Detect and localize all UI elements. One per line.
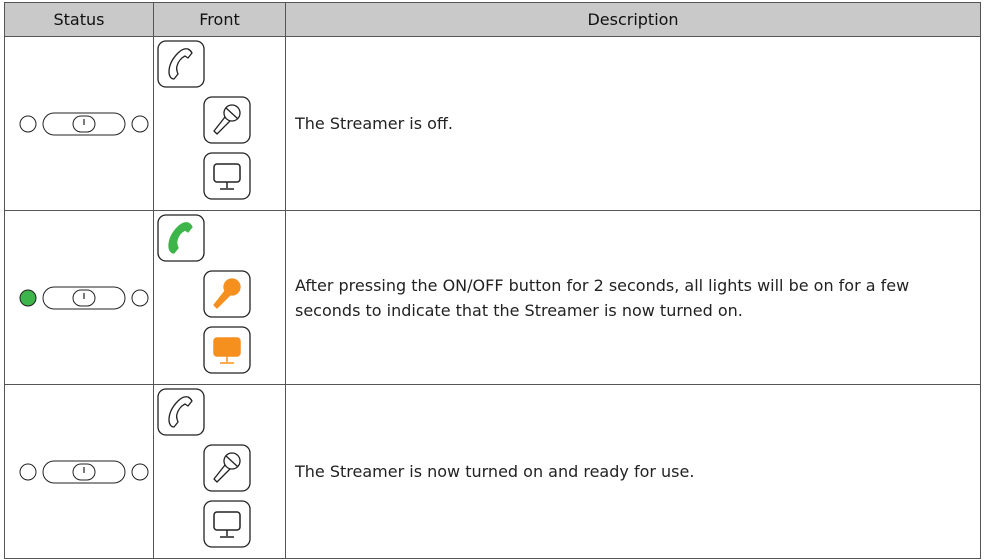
phone-icon bbox=[157, 40, 205, 88]
description-cell: The Streamer is now turned on and ready … bbox=[285, 384, 981, 559]
table-row: After pressing the ON/OFF button for 2 s… bbox=[4, 210, 981, 385]
monitor-icon bbox=[203, 152, 251, 200]
front-cell bbox=[153, 36, 286, 211]
table-row: The Streamer is off. bbox=[4, 36, 981, 211]
phone-icon bbox=[157, 388, 205, 436]
phone-icon bbox=[157, 214, 205, 262]
right-led-icon bbox=[131, 289, 149, 306]
header-description: Description bbox=[285, 2, 981, 37]
status-indicator bbox=[19, 460, 149, 483]
right-led-icon bbox=[131, 115, 149, 132]
monitor-icon bbox=[203, 500, 251, 548]
right-led-icon bbox=[131, 463, 149, 480]
led-status-table: Status Front Description The Streamer is… bbox=[4, 2, 981, 559]
front-cell bbox=[153, 384, 286, 559]
status-cell bbox=[4, 210, 154, 385]
front-cell bbox=[153, 210, 286, 385]
power-button-icon bbox=[42, 286, 126, 309]
monitor-icon bbox=[203, 326, 251, 374]
left-led-icon bbox=[19, 463, 37, 480]
description-cell: The Streamer is off. bbox=[285, 36, 981, 211]
microphone-icon bbox=[203, 444, 251, 492]
description-cell: After pressing the ON/OFF button for 2 s… bbox=[285, 210, 981, 385]
header-status: Status bbox=[4, 2, 154, 37]
power-button-icon bbox=[42, 112, 126, 135]
status-indicator bbox=[19, 286, 149, 309]
microphone-icon bbox=[203, 96, 251, 144]
header-front: Front bbox=[153, 2, 286, 37]
status-cell bbox=[4, 384, 154, 559]
left-led-icon bbox=[19, 115, 37, 132]
status-indicator bbox=[19, 112, 149, 135]
table-row: The Streamer is now turned on and ready … bbox=[4, 384, 981, 559]
microphone-icon bbox=[203, 270, 251, 318]
power-button-icon bbox=[42, 460, 126, 483]
status-cell bbox=[4, 36, 154, 211]
left-led-icon bbox=[19, 289, 37, 306]
header-row: Status Front Description bbox=[4, 2, 981, 37]
